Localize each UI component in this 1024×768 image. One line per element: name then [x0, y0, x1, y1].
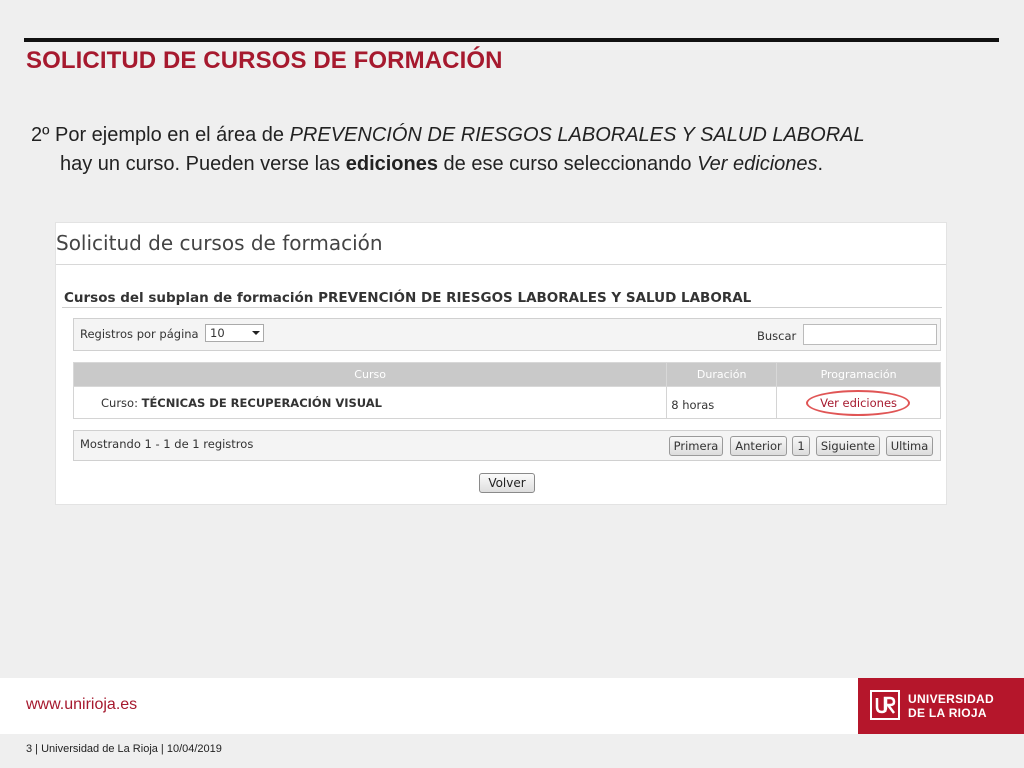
column-header-duracion[interactable]: Duración — [666, 362, 778, 387]
body-area-name: PREVENCIÓN DE RIESGOS LABORALES Y SALUD … — [289, 124, 865, 146]
body-line2: hay un curso. Pueden verse las ediciones… — [31, 150, 1001, 179]
slide-title: SOLICITUD DE CURSOS DE FORMACIÓN — [26, 47, 503, 74]
slide-info: 3 | Universidad de La Rioja | 10/04/2019 — [26, 743, 222, 755]
page-number-button[interactable]: 1 — [792, 436, 810, 456]
previous-page-button[interactable]: Anterior — [730, 436, 787, 456]
column-header-programacion[interactable]: Programación — [776, 362, 941, 387]
records-per-page-select[interactable]: 10 — [205, 324, 264, 342]
last-page-button[interactable]: Ultima — [886, 436, 933, 456]
records-per-page-label: Registros por página — [80, 327, 199, 341]
embedded-screenshot: Solicitud de cursos de formación Cursos … — [55, 222, 947, 505]
body-link-name: Ver ediciones — [697, 153, 818, 175]
first-page-button[interactable]: Primera — [669, 436, 723, 456]
next-page-button[interactable]: Siguiente — [816, 436, 880, 456]
search-label: Buscar — [757, 329, 797, 343]
body-part3: de ese curso seleccionando — [438, 153, 698, 175]
screenshot-title: Solicitud de cursos de formación — [56, 231, 383, 255]
pagination-bar: Mostrando 1 - 1 de 1 registros Primera A… — [73, 430, 941, 461]
back-button[interactable]: Volver — [479, 473, 535, 493]
course-name: TÉCNICAS DE RECUPERACIÓN VISUAL — [141, 395, 383, 410]
records-per-page-value: 10 — [210, 326, 225, 340]
university-logo: UNIVERSIDAD DE LA RIOJA — [858, 678, 1024, 734]
body-bold-ediciones: ediciones — [345, 153, 438, 175]
records-summary: Mostrando 1 - 1 de 1 registros — [80, 437, 254, 451]
university-logo-icon — [870, 690, 900, 720]
subplan-rule — [62, 307, 942, 308]
table-row: Curso: TÉCNICAS DE RECUPERACIÓN VISUAL 8… — [72, 386, 941, 419]
top-rule — [24, 38, 999, 42]
column-header-curso[interactable]: Curso — [72, 362, 668, 387]
logo-line1: UNIVERSIDAD — [908, 692, 994, 706]
subplan-heading: Cursos del subplan de formación PREVENCI… — [64, 290, 752, 306]
body-part2: hay un curso. Pueden verse las — [60, 153, 346, 175]
table-header-row: Curso Duración Programación — [72, 362, 941, 387]
university-logo-text: UNIVERSIDAD DE LA RIOJA — [908, 692, 994, 720]
search-input[interactable] — [803, 324, 937, 345]
duration-cell: 8 horas — [666, 386, 778, 419]
courses-table: Curso Duración Programación Curso: TÉCNI… — [72, 362, 941, 419]
dropdown-arrow-icon — [252, 331, 260, 335]
body-end: . — [817, 153, 824, 175]
slide-body-text: 2º Por ejemplo en el área de PREVENCIÓN … — [31, 121, 1001, 179]
ver-ediciones-link[interactable]: Ver ediciones — [820, 396, 897, 410]
course-cell: Curso: TÉCNICAS DE RECUPERACIÓN VISUAL — [72, 386, 668, 419]
table-toolbar: Registros por página 10 Buscar — [73, 318, 941, 351]
site-url-link[interactable]: www.unirioja.es — [26, 696, 137, 714]
body-part1: 2º Por ejemplo en el área de — [31, 124, 290, 146]
logo-line2: DE LA RIOJA — [908, 706, 987, 720]
programming-cell: Ver ediciones — [776, 386, 941, 419]
course-prefix: Curso: — [101, 395, 142, 410]
